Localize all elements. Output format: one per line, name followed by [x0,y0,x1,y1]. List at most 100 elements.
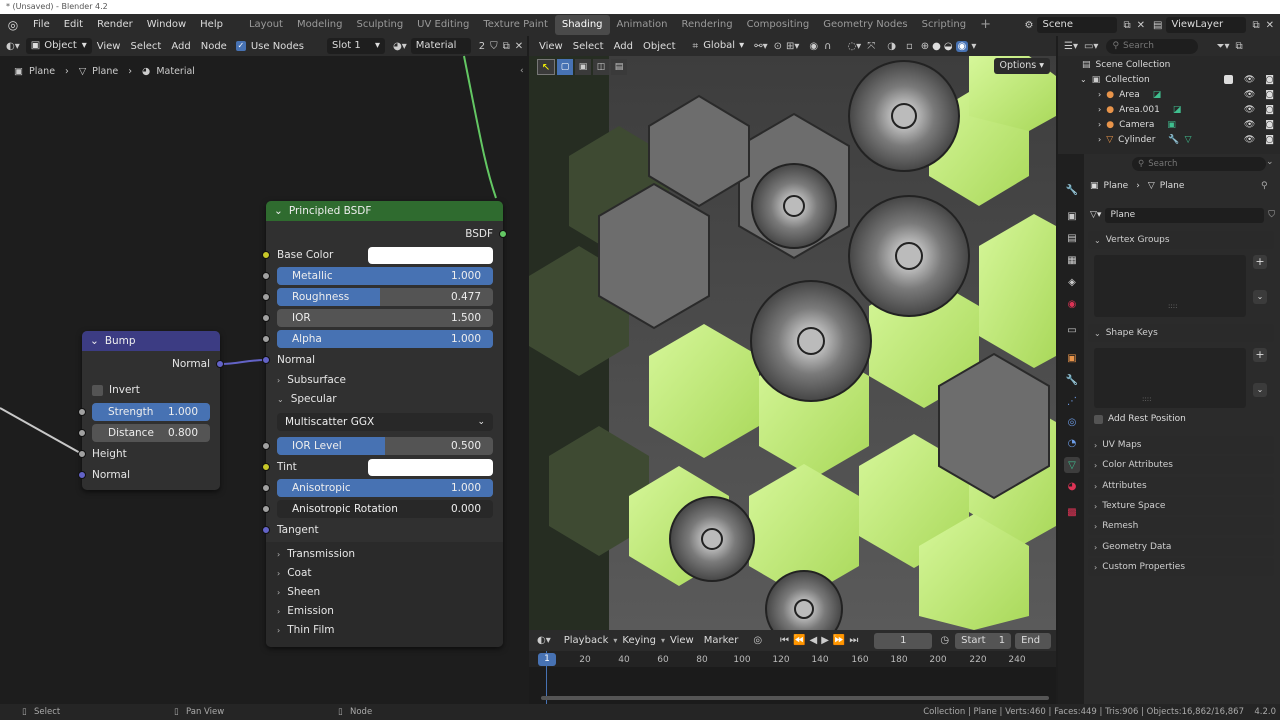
bump-normal-output-socket[interactable] [216,360,224,368]
new-scene-icon[interactable]: ⧉ [1123,20,1130,31]
current-frame-field[interactable]: 1 [874,632,933,649]
add-rest-position-row[interactable]: Add Rest Position [1094,414,1186,424]
select-box-icon[interactable]: ↖ [537,59,555,75]
shape-key-menu-button[interactable]: ⌄ [1253,383,1267,397]
tab-uv-editing[interactable]: UV Editing [410,15,476,35]
eye-icon[interactable]: 👁 [1244,75,1255,85]
outliner-scene-collection[interactable]: ▤ Scene Collection [1062,57,1280,72]
collection-tab-icon[interactable]: ▭ [1064,322,1080,338]
tab-shading[interactable]: Shading [554,15,610,35]
ior-level-socket[interactable] [262,442,270,450]
uv-maps-panel[interactable]: › UV Maps [1088,436,1274,454]
outliner-item-area[interactable]: › ● Area ◪ 👁 ◙ [1062,87,1280,102]
start-field[interactable]: Start 1 [955,632,1012,649]
menu-file[interactable]: File [26,14,57,36]
rendered-shading-icon[interactable]: ◉ [955,40,969,52]
output-tab-icon[interactable]: ▤ [1064,230,1080,246]
texture-tab-icon[interactable]: ▩ [1064,504,1080,520]
wireframe-shading-icon[interactable]: ⊕ [921,41,929,52]
pin-icon[interactable]: ⚲ [1261,181,1268,191]
distance-socket[interactable] [78,429,86,437]
add-vertex-group-button[interactable]: + [1253,255,1267,269]
mode-intersect-icon[interactable]: ▤ [611,59,627,75]
timeline[interactable]: ◐▾ Playback ▾ Keying ▾ View Marker ◎ ⏮ ⏪ ◀… [529,630,1056,704]
timeline-scrollbar[interactable] [541,696,1049,700]
alpha-slider[interactable]: Alpha 1.000 [277,330,493,348]
anisotropic-rotation-socket[interactable] [262,505,270,513]
playback-menu[interactable]: Playback [559,635,614,646]
node-editor[interactable]: ◐▾ ▣ Object ▾ View Select Add Node ✓ Use N… [0,36,527,704]
scene-selector[interactable]: Scene [1037,17,1118,33]
camera-render-icon[interactable]: ◙ [1265,105,1274,115]
render-tab-icon[interactable]: ▣ [1064,208,1080,224]
tab-layout[interactable]: Layout [242,15,290,35]
new-collection-icon[interactable]: ⧉ [1235,41,1242,52]
orientation-dropdown[interactable]: Global ▾ [698,38,748,54]
collapse-chevron-icon[interactable]: ⌄ [90,335,99,347]
snap-target-icon[interactable]: ⊞▾ [786,41,799,52]
normal-socket[interactable] [262,356,270,364]
tab-rendering[interactable]: Rendering [674,15,739,35]
jump-start-icon[interactable]: ⏮ [780,635,789,646]
outliner-item-camera[interactable]: › ● Camera ▣ 👁 ◙ [1062,117,1280,132]
tab-modeling[interactable]: Modeling [290,15,350,35]
tint-socket[interactable] [262,463,270,471]
outliner-collection[interactable]: ⌄ ▣ Collection 👁 ◙ [1062,72,1280,87]
pivot-icon[interactable]: ⚯▾ [754,41,767,52]
add-rest-position-checkbox[interactable] [1094,414,1103,424]
menu-render[interactable]: Render [90,14,140,36]
anisotropic-slider[interactable]: Anisotropic 1.000 [277,479,493,497]
tab-texture-paint[interactable]: Texture Paint [476,15,555,35]
solid-shading-icon[interactable]: ● [932,41,941,52]
add-workspace-button[interactable]: + [973,15,998,35]
mode-subtract-icon[interactable]: ◫ [593,59,609,75]
geometry-data-panel[interactable]: › Geometry Data [1088,538,1274,556]
menu-help[interactable]: Help [193,14,230,36]
attributes-panel[interactable]: › Attributes [1088,477,1274,495]
visibility-icon[interactable]: ◌▾ [847,41,861,52]
editor-type-icon[interactable]: ☰▾ [1058,41,1084,52]
bump-node-header[interactable]: ⌄ Bump [82,331,220,351]
viewport-menu-view[interactable]: View [529,41,568,52]
exclude-checkbox[interactable] [1223,75,1233,84]
end-field[interactable]: End [1015,632,1052,649]
outliner-search[interactable]: ⚲ Search [1106,38,1199,54]
tab-animation[interactable]: Animation [610,15,675,35]
view-layer-selector[interactable]: ViewLayer [1166,17,1247,33]
delete-scene-icon[interactable]: ✕ [1137,20,1145,31]
delete-view-layer-icon[interactable]: ✕ [1266,20,1274,31]
gizmo-icon[interactable]: ⤧ [867,41,875,52]
ior-level-slider[interactable]: IOR Level 0.500 [277,437,493,455]
data-tab-icon[interactable]: ▽ [1064,457,1080,473]
mode-new-icon[interactable]: ▢ [557,59,573,75]
anisotropic-rotation-field[interactable]: Anisotropic Rotation 0.000 [277,500,493,518]
eye-icon[interactable]: 👁 [1244,90,1255,100]
material-tab-icon[interactable]: ◕ [1064,478,1080,494]
shape-keys-list[interactable] [1094,348,1246,408]
xray-icon[interactable]: ▫ [906,41,913,52]
playhead[interactable]: 1 [538,653,556,666]
emission-panel[interactable]: › Emission [266,602,503,620]
timeline-view-menu[interactable]: View [665,635,699,646]
metallic-slider[interactable]: Metallic 1.000 [277,267,493,285]
shape-keys-panel[interactable]: ⌄ Shape Keys [1088,324,1274,342]
fake-user-icon[interactable]: ⛉ [1268,210,1275,220]
viewport-menu-add[interactable]: Add [609,41,638,52]
camera-render-icon[interactable]: ◙ [1265,135,1274,145]
snap-icon[interactable]: ⊙ [774,41,782,52]
color-attributes-panel[interactable]: › Color Attributes [1088,456,1274,474]
strength-socket[interactable] [78,408,86,416]
vertex-group-menu-button[interactable]: ⌄ [1253,290,1267,304]
metallic-socket[interactable] [262,272,270,280]
eye-icon[interactable]: 👁 [1244,105,1255,115]
proportional-edit-icon[interactable]: ◉ [809,41,818,52]
options-button[interactable]: Options ▾ [993,58,1050,74]
marker-menu[interactable]: Marker [699,635,744,646]
sheen-panel[interactable]: › Sheen [266,583,503,601]
invert-checkbox[interactable] [92,384,103,396]
subsurface-panel[interactable]: › Subsurface [266,371,503,389]
keying-menu[interactable]: Keying [617,635,661,646]
tab-scripting[interactable]: Scripting [915,15,973,35]
mode-extend-icon[interactable]: ▣ [575,59,591,75]
list-resize-icon[interactable]: :::: [1168,302,1177,310]
